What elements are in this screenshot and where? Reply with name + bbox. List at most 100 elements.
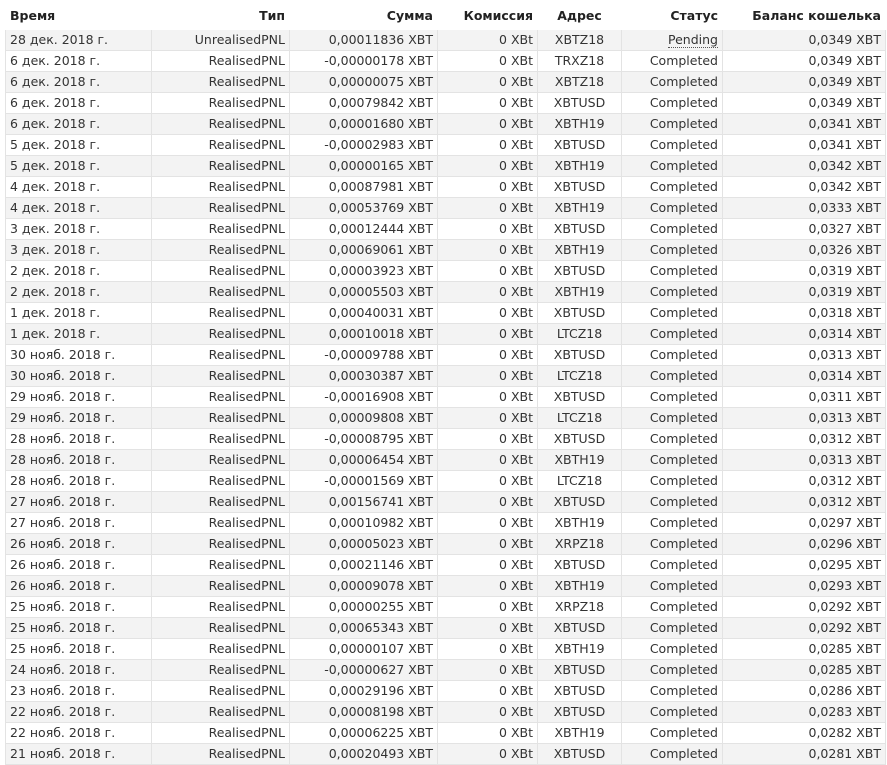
column-header-fee[interactable]: Комиссия — [437, 0, 538, 30]
type-cell: RealisedPNL — [151, 491, 290, 513]
status-cell: Completed — [621, 302, 723, 324]
table-row: 29 нояб. 2018 г. RealisedPNL 0,00009808 XB… — [5, 407, 886, 429]
time-cell: 4 дек. 2018 г. — [5, 176, 152, 198]
column-header-time[interactable]: Время — [5, 0, 152, 30]
wallet-history-table: Время Тип Сумма Комиссия Адрес Статус Ба… — [5, 0, 886, 765]
type-cell: RealisedPNL — [151, 680, 290, 702]
amount-cell: 0,00009808 XBT — [289, 407, 438, 429]
table-row: 5 дек. 2018 г. RealisedPNL -0,00002983 XBT… — [5, 134, 886, 156]
fee-cell: 0 XBt — [437, 365, 538, 387]
status-cell: Completed — [621, 701, 723, 723]
address-cell: XBTH19 — [537, 155, 622, 177]
table-row: 29 нояб. 2018 г. RealisedPNL -0,00016908 X… — [5, 386, 886, 408]
address-cell: XBTUSD — [537, 344, 622, 366]
amount-cell: 0,00065343 XBT — [289, 617, 438, 639]
fee-cell: 0 XBt — [437, 344, 538, 366]
address-cell: XBTH19 — [537, 197, 622, 219]
balance-cell: 0,0295 XBT — [722, 554, 886, 576]
fee-cell: 0 XBt — [437, 659, 538, 681]
table-row: 2 дек. 2018 г. RealisedPNL 0,00005503 XBT 0… — [5, 281, 886, 303]
address-cell: XBTH19 — [537, 575, 622, 597]
fee-cell: 0 XBt — [437, 617, 538, 639]
fee-cell: 0 XBt — [437, 638, 538, 660]
amount-cell: 0,00000165 XBT — [289, 155, 438, 177]
fee-cell: 0 XBt — [437, 575, 538, 597]
fee-cell: 0 XBt — [437, 92, 538, 114]
fee-cell: 0 XBt — [437, 596, 538, 618]
type-cell: RealisedPNL — [151, 554, 290, 576]
type-cell: RealisedPNL — [151, 218, 290, 240]
time-cell: 6 дек. 2018 г. — [5, 92, 152, 114]
balance-cell: 0,0314 XBT — [722, 323, 886, 345]
balance-cell: 0,0314 XBT — [722, 365, 886, 387]
table-row: 3 дек. 2018 г. RealisedPNL 0,00069061 XBT 0… — [5, 239, 886, 261]
address-cell: XBTH19 — [537, 512, 622, 534]
address-cell: XBTUSD — [537, 617, 622, 639]
column-header-balance[interactable]: Баланс кошелька — [722, 0, 886, 30]
balance-cell: 0,0311 XBT — [722, 386, 886, 408]
table-row: 2 дек. 2018 г. RealisedPNL 0,00003923 XBT 0… — [5, 260, 886, 282]
pending-status-link[interactable]: Pending — [668, 32, 718, 48]
balance-cell: 0,0312 XBT — [722, 491, 886, 513]
time-cell: 3 дек. 2018 г. — [5, 218, 152, 240]
status-cell: Completed — [621, 575, 723, 597]
amount-cell: 0,00001680 XBT — [289, 113, 438, 135]
balance-cell: 0,0283 XBT — [722, 701, 886, 723]
balance-cell: 0,0285 XBT — [722, 659, 886, 681]
table-row: 21 нояб. 2018 г. RealisedPNL 0,00020493 XB… — [5, 743, 886, 765]
status-cell: Completed — [621, 323, 723, 345]
type-cell: RealisedPNL — [151, 596, 290, 618]
table-row: 6 дек. 2018 г. RealisedPNL 0,00079842 XBT 0… — [5, 92, 886, 114]
time-cell: 22 нояб. 2018 г. — [5, 722, 152, 744]
time-cell: 29 нояб. 2018 г. — [5, 386, 152, 408]
fee-cell: 0 XBt — [437, 71, 538, 93]
status-cell: Completed — [621, 197, 723, 219]
balance-cell: 0,0342 XBT — [722, 155, 886, 177]
status-cell: Completed — [621, 596, 723, 618]
type-cell: RealisedPNL — [151, 176, 290, 198]
amount-cell: -0,00016908 XBT — [289, 386, 438, 408]
amount-cell: 0,00040031 XBT — [289, 302, 438, 324]
fee-cell: 0 XBt — [437, 323, 538, 345]
time-cell: 21 нояб. 2018 г. — [5, 743, 152, 765]
status-cell: Completed — [621, 281, 723, 303]
time-cell: 25 нояб. 2018 г. — [5, 638, 152, 660]
table-row: 1 дек. 2018 г. RealisedPNL 0,00010018 XBT 0… — [5, 323, 886, 345]
balance-cell: 0,0342 XBT — [722, 176, 886, 198]
table-row: 6 дек. 2018 г. RealisedPNL -0,00000178 XBT… — [5, 50, 886, 72]
table-row: 6 дек. 2018 г. RealisedPNL 0,00001680 XBT 0… — [5, 113, 886, 135]
column-header-type[interactable]: Тип — [151, 0, 290, 30]
table-row: 30 нояб. 2018 г. RealisedPNL -0,00009788 X… — [5, 344, 886, 366]
time-cell: 5 дек. 2018 г. — [5, 134, 152, 156]
address-cell: XBTUSD — [537, 302, 622, 324]
amount-cell: 0,00069061 XBT — [289, 239, 438, 261]
amount-cell: 0,00000107 XBT — [289, 638, 438, 660]
type-cell: RealisedPNL — [151, 743, 290, 765]
table-row: 5 дек. 2018 г. RealisedPNL 0,00000165 XBT 0… — [5, 155, 886, 177]
status-cell: Pending — [621, 29, 723, 51]
column-header-status[interactable]: Статус — [621, 0, 723, 30]
table-row: 30 нояб. 2018 г. RealisedPNL 0,00030387 XB… — [5, 365, 886, 387]
address-cell: LTCZ18 — [537, 470, 622, 492]
balance-cell: 0,0349 XBT — [722, 92, 886, 114]
balance-cell: 0,0313 XBT — [722, 449, 886, 471]
status-cell: Completed — [621, 113, 723, 135]
amount-cell: 0,00029196 XBT — [289, 680, 438, 702]
time-cell: 1 дек. 2018 г. — [5, 323, 152, 345]
table-row: 22 нояб. 2018 г. RealisedPNL 0,00006225 XB… — [5, 722, 886, 744]
column-header-amount[interactable]: Сумма — [289, 0, 438, 30]
balance-cell: 0,0286 XBT — [722, 680, 886, 702]
address-cell: XBTUSD — [537, 659, 622, 681]
address-cell: LTCZ18 — [537, 407, 622, 429]
amount-cell: -0,00001569 XBT — [289, 470, 438, 492]
amount-cell: 0,00020493 XBT — [289, 743, 438, 765]
fee-cell: 0 XBt — [437, 491, 538, 513]
type-cell: RealisedPNL — [151, 239, 290, 261]
table-row: 24 нояб. 2018 г. RealisedPNL -0,00000627 X… — [5, 659, 886, 681]
amount-cell: 0,00156741 XBT — [289, 491, 438, 513]
table-row: 27 нояб. 2018 г. RealisedPNL 0,00010982 XB… — [5, 512, 886, 534]
column-header-address[interactable]: Адрес — [537, 0, 622, 30]
balance-cell: 0,0292 XBT — [722, 596, 886, 618]
table-row: 28 дек. 2018 г. UnrealisedPNL 0,00011836 X… — [5, 29, 886, 51]
type-cell: RealisedPNL — [151, 92, 290, 114]
